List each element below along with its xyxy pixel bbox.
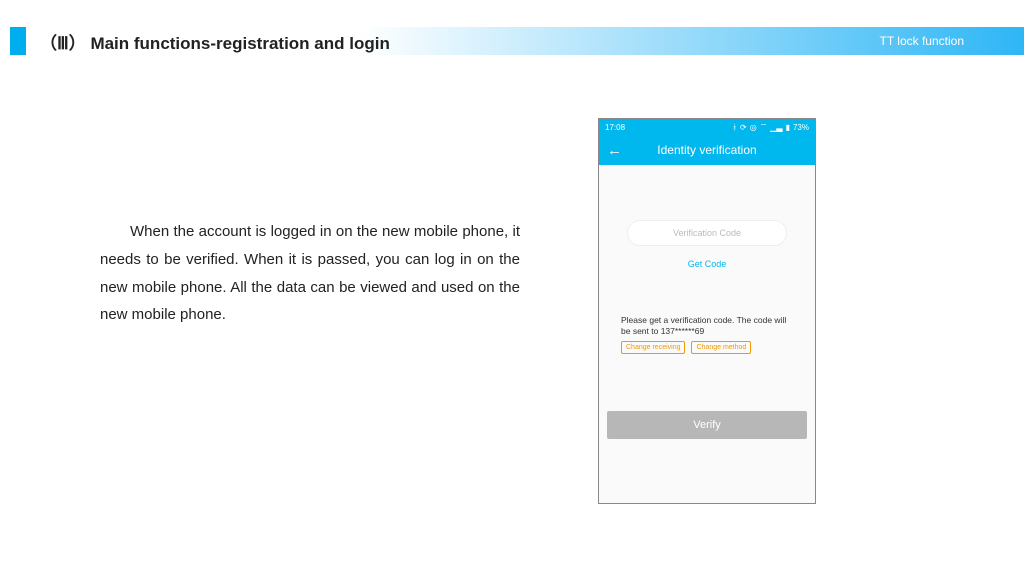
description-text: When the account is logged in on the new…	[100, 218, 520, 329]
back-arrow-icon[interactable]: ←	[607, 143, 622, 158]
sync-icon: ⟳	[740, 123, 747, 132]
instruction-text: Please get a verification code. The code…	[621, 315, 793, 338]
signal-icon: ▁▃	[770, 123, 782, 132]
wifi-icon: ⌔	[760, 122, 768, 132]
phone-content: Verification Code Get Code Please get a …	[599, 165, 815, 503]
change-receiving-button[interactable]: Change receiving	[621, 341, 685, 354]
verification-code-input[interactable]: Verification Code	[627, 220, 787, 246]
description-content: When the account is logged in on the new…	[100, 223, 520, 323]
status-icons: ᚼ ⟳ ◎ ⌔ ▁▃ ▮ 73%	[732, 122, 809, 132]
battery-icon: ▮	[786, 123, 790, 132]
verify-button[interactable]: Verify	[607, 411, 807, 439]
get-code-link[interactable]: Get Code	[599, 259, 815, 269]
phone-title-bar: ← Identity verification	[599, 135, 815, 165]
header-accent	[10, 27, 26, 55]
phone-status-bar: 17:08 ᚼ ⟳ ◎ ⌔ ▁▃ ▮ 73%	[599, 119, 815, 135]
battery-percent: 73%	[793, 123, 809, 132]
dnd-icon: ◎	[750, 123, 757, 132]
status-time: 17:08	[605, 123, 625, 132]
change-method-button[interactable]: Change method	[691, 341, 751, 354]
phone-screenshot: 17:08 ᚼ ⟳ ◎ ⌔ ▁▃ ▮ 73% ← Identity verifi…	[598, 118, 816, 504]
page-title: （Ⅲ） Main functions-registration and logi…	[40, 27, 390, 55]
header-subtitle: TT lock function	[880, 27, 964, 55]
bluetooth-icon: ᚼ	[732, 123, 737, 132]
option-chips: Change receiving Change method	[621, 341, 751, 354]
phone-title: Identity verification	[599, 143, 815, 157]
